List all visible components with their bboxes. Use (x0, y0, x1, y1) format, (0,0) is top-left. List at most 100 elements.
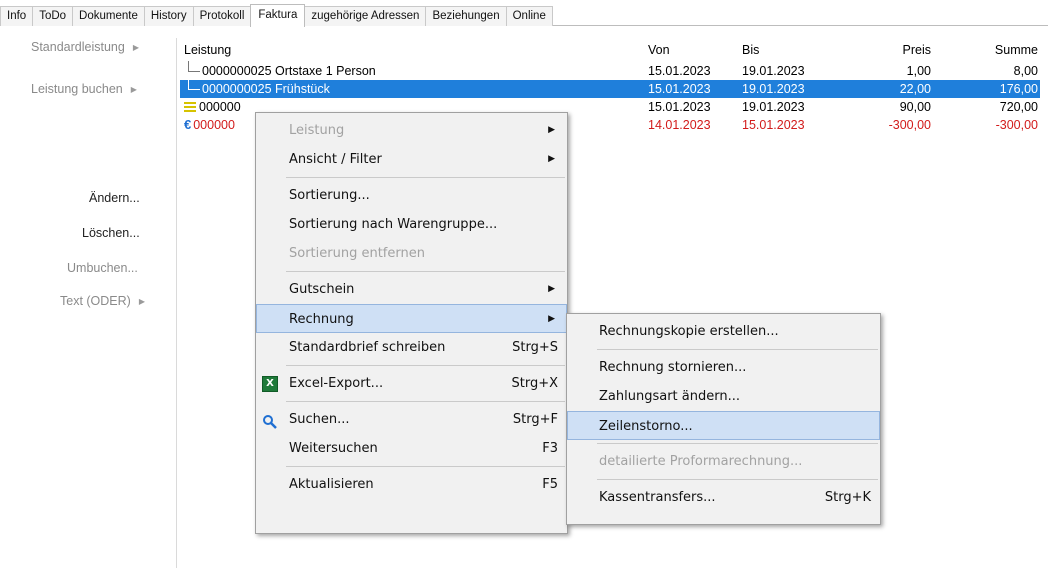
menu-item-standardbrief[interactable]: Standardbrief schreiben Strg+S (256, 333, 567, 362)
menu-item-zahlungsart-aendern[interactable]: Zahlungsart ändern... (567, 382, 880, 411)
tree-connector-icon (188, 79, 200, 90)
tab-history[interactable]: History (143, 6, 194, 26)
row-leistung: 0000000025 Ortstaxe 1 Person (202, 64, 376, 78)
menu-shortcut: Strg+X (511, 376, 558, 391)
menu-shortcut: F3 (542, 441, 558, 456)
text-oder-label: Text (ODER) (60, 294, 131, 308)
leistung-buchen-label: Leistung buchen (31, 82, 123, 96)
tab-info[interactable]: Info (0, 6, 34, 26)
menu-item-label: Suchen... (289, 412, 350, 427)
menu-item-label: Weitersuchen (289, 441, 378, 456)
row-von: 15.01.2023 (648, 82, 711, 96)
row-preis: 90,00 (899, 100, 931, 114)
leistung-buchen-menu[interactable]: Leistung buchen ▶ (31, 79, 137, 99)
chevron-right-icon: ▶ (130, 85, 137, 94)
menu-item-label: Rechnung (289, 312, 354, 327)
column-header-bis[interactable]: Bis (742, 38, 759, 62)
menu-item-label: Kassentransfers... (599, 490, 716, 505)
umbuchen-button[interactable]: Umbuchen... (67, 258, 138, 278)
action-panel: Standardleistung ▶ Leistung buchen ▶ Änder… (0, 27, 178, 568)
menu-item-proformarechnung[interactable]: detailierte Proformarechnung... (567, 447, 880, 476)
submenu-arrow-icon: ▶ (548, 284, 555, 294)
menu-item-sortierung-warengruppe[interactable]: Sortierung nach Warengruppe... (256, 210, 567, 239)
tab-todo[interactable]: ToDo (32, 6, 74, 26)
tab-bar: Info ToDo Dokumente History Protokoll Fa… (0, 0, 1048, 27)
menu-shortcut: Strg+F (512, 412, 558, 427)
search-icon (262, 412, 278, 429)
menu-separator (286, 401, 565, 402)
row-von: 15.01.2023 (648, 64, 711, 78)
menu-shortcut: Strg+S (512, 340, 558, 355)
menu-item-suchen[interactable]: Suchen... Strg+F (256, 405, 567, 434)
chevron-right-icon: ▶ (132, 43, 139, 52)
tree-connector-icon (188, 61, 200, 72)
aendern-button[interactable]: Ändern... (89, 188, 140, 208)
list-icon (184, 102, 196, 112)
menu-item-sortierung-entfernen[interactable]: Sortierung entfernen (256, 239, 567, 268)
menu-item-leistung[interactable]: Leistung ▶ (256, 116, 567, 145)
menu-separator (286, 177, 565, 178)
tab-protokoll[interactable]: Protokoll (192, 6, 252, 26)
menu-shortcut: Strg+K (824, 490, 871, 505)
submenu-arrow-icon: ▶ (548, 125, 555, 135)
menu-separator (597, 479, 878, 480)
menu-item-aktualisieren[interactable]: Aktualisieren F5 (256, 470, 567, 499)
row-summe: 176,00 (999, 82, 1038, 96)
row-summe: 8,00 (1013, 64, 1038, 78)
menu-item-kassentransfers[interactable]: Kassentransfers... Strg+K (567, 483, 880, 512)
chevron-right-icon: ▶ (138, 297, 145, 306)
menu-item-weitersuchen[interactable]: Weitersuchen F3 (256, 434, 567, 463)
menu-item-label: Excel-Export... (289, 376, 384, 391)
menu-item-ansicht-filter[interactable]: Ansicht / Filter ▶ (256, 145, 567, 174)
menu-item-gutschein[interactable]: Gutschein ▶ (256, 275, 567, 304)
tab-dokumente[interactable]: Dokumente (72, 6, 145, 26)
menu-item-excel-export[interactable]: X Excel-Export... Strg+X (256, 369, 567, 398)
table-row-selected[interactable]: 0000000025 Frühstück 15.01.2023 19.01.20… (180, 79, 1040, 98)
column-header-summe[interactable]: Summe (995, 38, 1038, 62)
menu-item-label: detailierte Proformarechnung... (599, 454, 803, 469)
standardleistung-menu[interactable]: Standardleistung ▶ (31, 37, 139, 57)
row-preis: -300,00 (888, 118, 931, 132)
row-bis: 19.01.2023 (742, 100, 805, 114)
menu-item-rechnung[interactable]: Rechnung ▶ (256, 304, 567, 333)
panel-divider (176, 38, 177, 568)
table-row[interactable]: 0000000025 Ortstaxe 1 Person 15.01.2023 … (180, 61, 1040, 80)
menu-item-label: Leistung (289, 123, 345, 138)
tab-beziehungen[interactable]: Beziehungen (425, 6, 507, 26)
context-menu: Leistung ▶ Ansicht / Filter ▶ Sortierung… (255, 112, 568, 534)
submenu-arrow-icon: ▶ (548, 314, 555, 324)
menu-separator (597, 349, 878, 350)
row-von: 15.01.2023 (648, 100, 711, 114)
euro-icon: € (184, 117, 192, 132)
text-oder-menu[interactable]: Text (ODER) ▶ (60, 291, 145, 311)
menu-item-rechnung-stornieren[interactable]: Rechnung stornieren... (567, 353, 880, 382)
menu-item-sortierung[interactable]: Sortierung... (256, 181, 567, 210)
menu-item-label: Zahlungsart ändern... (599, 389, 740, 404)
row-bis: 15.01.2023 (742, 118, 805, 132)
excel-icon: X (262, 376, 278, 392)
menu-item-label: Sortierung entfernen (289, 246, 425, 261)
tab-faktura[interactable]: Faktura (250, 4, 306, 27)
menu-item-zeilenstorno[interactable]: Zeilenstorno... (567, 411, 880, 440)
grid-header: Leistung Von Bis Preis Summe (180, 38, 1040, 62)
menu-separator (286, 271, 565, 272)
column-header-leistung[interactable]: Leistung (184, 38, 231, 62)
column-header-preis[interactable]: Preis (903, 38, 931, 62)
column-header-von[interactable]: Von (648, 38, 670, 62)
row-bis: 19.01.2023 (742, 64, 805, 78)
menu-item-label: Gutschein (289, 282, 355, 297)
menu-item-rechnungskopie[interactable]: Rechnungskopie erstellen... (567, 317, 880, 346)
tab-list: Info ToDo Dokumente History Protokoll Fa… (0, 4, 553, 27)
menu-separator (597, 443, 878, 444)
tab-zugehoerige-adressen[interactable]: zugehörige Adressen (304, 6, 427, 26)
menu-item-label: Sortierung... (289, 188, 370, 203)
loeschen-button[interactable]: Löschen... (82, 223, 140, 243)
menu-item-label: Rechnung stornieren... (599, 360, 747, 375)
row-von: 14.01.2023 (648, 118, 711, 132)
row-preis: 22,00 (899, 82, 931, 96)
tab-online[interactable]: Online (505, 6, 553, 26)
row-leistung: 0000000025 Frühstück (202, 82, 330, 96)
row-summe: -300,00 (995, 118, 1038, 132)
row-leistung: 000000 (199, 100, 241, 114)
menu-shortcut: F5 (542, 477, 558, 492)
